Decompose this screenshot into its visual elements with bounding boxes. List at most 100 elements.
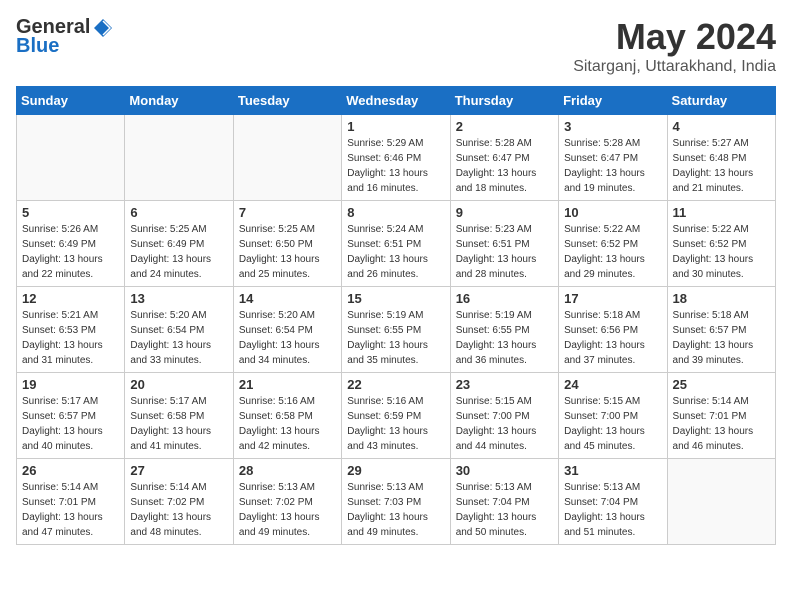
day-info: Sunrise: 5:13 AMSunset: 7:02 PMDaylight:… [239, 480, 336, 540]
day-info: Sunrise: 5:15 AMSunset: 7:00 PMDaylight:… [456, 394, 553, 454]
day-info: Sunrise: 5:27 AMSunset: 6:48 PMDaylight:… [673, 136, 770, 196]
day-info: Sunrise: 5:16 AMSunset: 6:59 PMDaylight:… [347, 394, 444, 454]
day-info: Sunrise: 5:14 AMSunset: 7:01 PMDaylight:… [673, 394, 770, 454]
day-number: 30 [456, 463, 553, 478]
day-info: Sunrise: 5:20 AMSunset: 6:54 PMDaylight:… [239, 308, 336, 368]
calendar-cell [17, 115, 125, 201]
day-info: Sunrise: 5:26 AMSunset: 6:49 PMDaylight:… [22, 222, 119, 282]
day-number: 28 [239, 463, 336, 478]
calendar-cell: 23 Sunrise: 5:15 AMSunset: 7:00 PMDayligh… [450, 373, 558, 459]
logo: General Blue [16, 16, 114, 58]
day-number: 15 [347, 291, 444, 306]
day-info: Sunrise: 5:17 AMSunset: 6:58 PMDaylight:… [130, 394, 227, 454]
calendar-week-row-5: 26Sunrise: 5:14 AMSunset: 7:01 PMDayligh… [17, 459, 776, 545]
calendar-week-row-3: 12Sunrise: 5:21 AMSunset: 6:53 PMDayligh… [17, 287, 776, 373]
day-info: Sunrise: 5:25 AMSunset: 6:49 PMDaylight:… [130, 222, 227, 282]
day-info: Sunrise: 5:17 AMSunset: 6:57 PMDaylight:… [22, 394, 119, 454]
weekday-header-thursday: Thursday [450, 87, 558, 115]
day-info: Sunrise: 5:14 AMSunset: 7:01 PMDaylight:… [22, 480, 119, 540]
day-number: 9 [456, 205, 553, 220]
day-number: 23 [456, 377, 553, 392]
calendar-cell: 21 Sunrise: 5:16 AMSunset: 6:58 PMDayligh… [233, 373, 341, 459]
day-number: 10 [564, 205, 661, 220]
location: Sitarganj, Uttarakhand, India [573, 58, 776, 76]
calendar-cell [233, 115, 341, 201]
calendar-cell: 16Sunrise: 5:19 AMSunset: 6:55 PMDayligh… [450, 287, 558, 373]
day-info: Sunrise: 5:28 AMSunset: 6:47 PMDaylight:… [564, 136, 661, 196]
weekday-header-friday: Friday [559, 87, 667, 115]
calendar-cell: 6 Sunrise: 5:25 AMSunset: 6:49 PMDaylight… [125, 201, 233, 287]
day-number: 31 [564, 463, 661, 478]
calendar-cell: 4 Sunrise: 5:27 AMSunset: 6:48 PMDaylight… [667, 115, 775, 201]
calendar-cell: 26Sunrise: 5:14 AMSunset: 7:01 PMDayligh… [17, 459, 125, 545]
calendar-table: SundayMondayTuesdayWednesdayThursdayFrid… [16, 86, 776, 545]
day-info: Sunrise: 5:19 AMSunset: 6:55 PMDaylight:… [347, 308, 444, 368]
day-number: 12 [22, 291, 119, 306]
calendar-cell: 13 Sunrise: 5:20 AMSunset: 6:54 PMDayligh… [125, 287, 233, 373]
day-number: 8 [347, 205, 444, 220]
calendar-cell: 29Sunrise: 5:13 AMSunset: 7:03 PMDayligh… [342, 459, 450, 545]
calendar-cell: 24 Sunrise: 5:15 AMSunset: 7:00 PMDayligh… [559, 373, 667, 459]
calendar-cell [125, 115, 233, 201]
day-number: 4 [673, 119, 770, 134]
day-info: Sunrise: 5:16 AMSunset: 6:58 PMDaylight:… [239, 394, 336, 454]
day-info: Sunrise: 5:20 AMSunset: 6:54 PMDaylight:… [130, 308, 227, 368]
calendar-cell: 27Sunrise: 5:14 AMSunset: 7:02 PMDayligh… [125, 459, 233, 545]
day-info: Sunrise: 5:13 AMSunset: 7:04 PMDaylight:… [456, 480, 553, 540]
calendar-cell: 14Sunrise: 5:20 AMSunset: 6:54 PMDayligh… [233, 287, 341, 373]
day-number: 3 [564, 119, 661, 134]
day-info: Sunrise: 5:18 AMSunset: 6:56 PMDaylight:… [564, 308, 661, 368]
day-number: 25 [673, 377, 770, 392]
day-info: Sunrise: 5:23 AMSunset: 6:51 PMDaylight:… [456, 222, 553, 282]
day-info: Sunrise: 5:24 AMSunset: 6:51 PMDaylight:… [347, 222, 444, 282]
day-info: Sunrise: 5:28 AMSunset: 6:47 PMDaylight:… [456, 136, 553, 196]
day-info: Sunrise: 5:22 AMSunset: 6:52 PMDaylight:… [564, 222, 661, 282]
calendar-cell: 5 Sunrise: 5:26 AMSunset: 6:49 PMDaylight… [17, 201, 125, 287]
day-number: 17 [564, 291, 661, 306]
weekday-header-wednesday: Wednesday [342, 87, 450, 115]
day-number: 29 [347, 463, 444, 478]
day-number: 13 [130, 291, 227, 306]
day-info: Sunrise: 5:15 AMSunset: 7:00 PMDaylight:… [564, 394, 661, 454]
day-number: 1 [347, 119, 444, 134]
calendar-week-row-1: 1 Sunrise: 5:29 AMSunset: 6:46 PMDaylight… [17, 115, 776, 201]
weekday-header-monday: Monday [125, 87, 233, 115]
day-number: 21 [239, 377, 336, 392]
day-number: 24 [564, 377, 661, 392]
calendar-cell: 28 Sunrise: 5:13 AMSunset: 7:02 PMDayligh… [233, 459, 341, 545]
calendar-cell: 15 Sunrise: 5:19 AMSunset: 6:55 PMDayligh… [342, 287, 450, 373]
logo-blue-text: Blue [16, 35, 59, 58]
header: General Blue May 2024 Sitarganj, Uttarak… [16, 16, 776, 76]
day-number: 7 [239, 205, 336, 220]
weekday-header-saturday: Saturday [667, 87, 775, 115]
day-number: 2 [456, 119, 553, 134]
day-number: 18 [673, 291, 770, 306]
day-number: 20 [130, 377, 227, 392]
calendar-cell: 11Sunrise: 5:22 AMSunset: 6:52 PMDayligh… [667, 201, 775, 287]
calendar-cell: 25 Sunrise: 5:14 AMSunset: 7:01 PMDayligh… [667, 373, 775, 459]
calendar-cell: 19 Sunrise: 5:17 AMSunset: 6:57 PMDayligh… [17, 373, 125, 459]
weekday-header-tuesday: Tuesday [233, 87, 341, 115]
day-number: 19 [22, 377, 119, 392]
calendar-cell: 20 Sunrise: 5:17 AMSunset: 6:58 PMDayligh… [125, 373, 233, 459]
day-info: Sunrise: 5:22 AMSunset: 6:52 PMDaylight:… [673, 222, 770, 282]
calendar-cell: 8 Sunrise: 5:24 AMSunset: 6:51 PMDaylight… [342, 201, 450, 287]
calendar-cell: 12Sunrise: 5:21 AMSunset: 6:53 PMDayligh… [17, 287, 125, 373]
day-info: Sunrise: 5:18 AMSunset: 6:57 PMDaylight:… [673, 308, 770, 368]
calendar-cell: 22Sunrise: 5:16 AMSunset: 6:59 PMDayligh… [342, 373, 450, 459]
calendar-cell: 17 Sunrise: 5:18 AMSunset: 6:56 PMDayligh… [559, 287, 667, 373]
logo-icon [92, 17, 114, 39]
day-info: Sunrise: 5:29 AMSunset: 6:46 PMDaylight:… [347, 136, 444, 196]
day-number: 6 [130, 205, 227, 220]
calendar-cell: 31 Sunrise: 5:13 AMSunset: 7:04 PMDayligh… [559, 459, 667, 545]
title-area: May 2024 Sitarganj, Uttarakhand, India [573, 16, 776, 76]
weekday-header-sunday: Sunday [17, 87, 125, 115]
day-info: Sunrise: 5:13 AMSunset: 7:04 PMDaylight:… [564, 480, 661, 540]
day-info: Sunrise: 5:25 AMSunset: 6:50 PMDaylight:… [239, 222, 336, 282]
weekday-header-row: SundayMondayTuesdayWednesdayThursdayFrid… [17, 87, 776, 115]
calendar-cell: 7 Sunrise: 5:25 AMSunset: 6:50 PMDaylight… [233, 201, 341, 287]
day-number: 5 [22, 205, 119, 220]
day-number: 16 [456, 291, 553, 306]
calendar-cell: 10 Sunrise: 5:22 AMSunset: 6:52 PMDayligh… [559, 201, 667, 287]
calendar-cell [667, 459, 775, 545]
